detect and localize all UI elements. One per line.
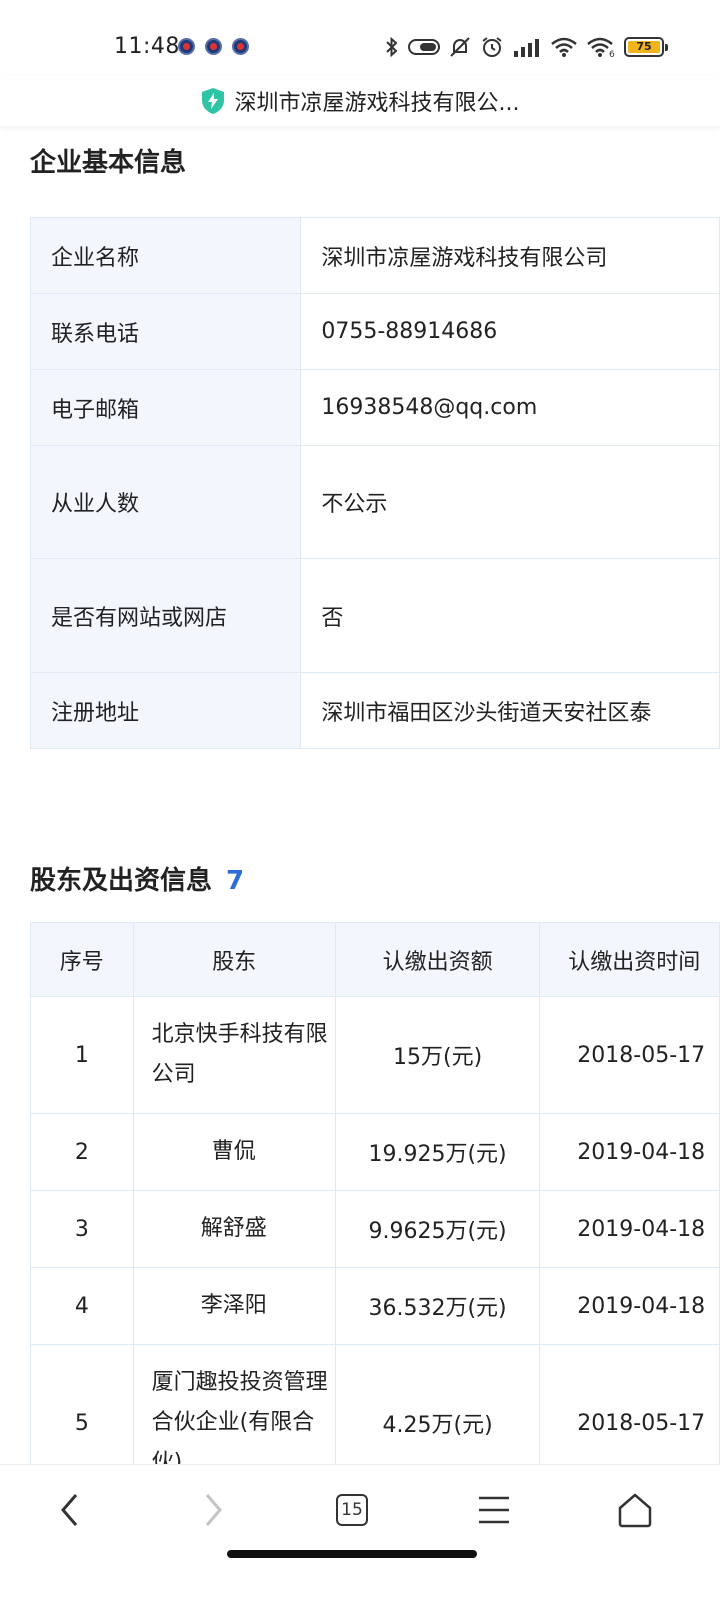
chevron-right-icon [205,1494,222,1526]
row-index: 5 [30,1344,134,1464]
tabs-button[interactable]: 15 [322,1485,382,1535]
notification-icon [232,38,249,55]
info-key: 是否有网站或网店 [29,558,302,673]
table-row[interactable]: 1 北京快手科技有限公司 15万(元) 2018-05-17 [30,996,720,1114]
page-title: 深圳市凉屋游戏科技有限公... [234,91,520,116]
forward-button[interactable] [183,1485,243,1535]
table-row: 是否有网站或网店 否 [29,558,720,673]
subscribed-amount: 4.25万(元) [334,1344,541,1464]
column-header: 股东 [132,922,336,997]
subscribed-date: 2019-04-18 [539,1190,720,1268]
info-key: 从业人数 [29,445,302,559]
info-key: 注册地址 [29,672,302,749]
subscribed-date: 2019-04-18 [539,1267,720,1345]
table-row: 联系电话 0755-88914686 [29,293,720,370]
shareholder-name[interactable]: 李泽阳 [132,1267,336,1345]
system-icons: 6 75 [384,34,668,60]
subscribed-date: 2018-05-17 [539,1344,720,1464]
notification-icons [178,38,249,55]
shareholders-table: 序号 股东 认缴出资额 认缴出资时间 1 北京快手科技有限公司 15万(元) 2… [30,922,720,1464]
info-value: 0755-88914686 [300,293,720,370]
chevron-left-icon [61,1494,78,1526]
mute-icon [450,37,470,57]
subscribed-date: 2019-04-18 [539,1113,720,1191]
table-header-row: 序号 股东 认缴出资额 认缴出资时间 [30,922,720,997]
info-value: 否 [300,558,720,673]
notification-icon [205,38,222,55]
menu-icon [479,1496,509,1524]
section-heading: 股东及出资信息 [30,866,213,896]
home-indicator[interactable] [227,1550,477,1558]
table-row: 从业人数 不公示 [29,445,720,559]
shareholder-name[interactable]: 厦门趣投投资管理合伙企业(有限合伙) [132,1344,336,1464]
section-heading: 企业基本信息 [30,148,187,178]
info-key: 电子邮箱 [29,369,302,446]
status-time: 11:48 [114,34,180,59]
notification-icon [178,38,195,55]
svg-text:6: 6 [609,50,615,58]
row-index: 2 [30,1113,134,1191]
wifi-icon: 6 [587,37,615,58]
toggle-icon [408,39,440,55]
back-button[interactable] [40,1485,100,1535]
row-index: 4 [30,1267,134,1345]
title-bar: 深圳市凉屋游戏科技有限公... [0,76,720,126]
section-title-shareholders: 股东及出资信息 7 [30,860,244,897]
wifi-icon [551,37,577,57]
info-value: 深圳市福田区沙头街道天安社区泰 [300,672,720,749]
table-row: 企业名称 深圳市凉屋游戏科技有限公司 [29,217,720,294]
table-row: 注册地址 深圳市福田区沙头街道天安社区泰 [29,672,720,749]
subscribed-amount: 19.925万(元) [334,1113,541,1191]
table-row[interactable]: 2 曹侃 19.925万(元) 2019-04-18 [30,1113,720,1191]
info-value: 不公示 [300,445,720,559]
shareholder-name[interactable]: 曹侃 [132,1113,336,1191]
section-title-basic-info: 企业基本信息 [30,142,186,179]
tab-count: 15 [336,1494,368,1526]
battery-icon: 75 [624,37,668,57]
home-button[interactable] [605,1485,665,1535]
shareholder-count[interactable]: 7 [226,866,244,896]
subscribed-amount: 9.9625万(元) [334,1190,541,1268]
column-header: 认缴出资时间 [539,922,720,997]
subscribed-amount: 15万(元) [334,996,541,1114]
column-header: 认缴出资额 [334,922,541,997]
subscribed-date: 2018-05-17 [539,996,720,1114]
page-content[interactable]: 企业基本信息 企业名称 深圳市凉屋游戏科技有限公司 联系电话 0755-8891… [0,126,720,1464]
subscribed-amount: 36.532万(元) [334,1267,541,1345]
row-index: 3 [30,1190,134,1268]
column-header: 序号 [30,922,134,997]
shareholder-name[interactable]: 解舒盛 [132,1190,336,1268]
basic-info-table: 企业名称 深圳市凉屋游戏科技有限公司 联系电话 0755-88914686 电子… [29,217,720,749]
row-index: 1 [30,996,134,1114]
signal-icon [514,39,539,57]
alarm-icon [482,37,502,57]
table-row[interactable]: 4 李泽阳 36.532万(元) 2019-04-18 [30,1267,720,1345]
battery-level: 75 [628,41,660,53]
shareholder-name[interactable]: 北京快手科技有限公司 [132,996,336,1114]
home-icon [618,1493,652,1528]
status-bar: 11:48 6 75 [0,0,720,80]
bottom-navigation: 15 [0,1464,720,1600]
menu-button[interactable] [464,1485,524,1535]
bluetooth-icon [386,36,398,58]
shield-lightning-icon [201,88,224,114]
info-value: 深圳市凉屋游戏科技有限公司 [300,217,720,294]
table-row: 电子邮箱 16938548@qq.com [29,369,720,446]
table-row[interactable]: 3 解舒盛 9.9625万(元) 2019-04-18 [30,1190,720,1268]
info-key: 联系电话 [29,293,302,370]
info-key: 企业名称 [29,217,302,294]
info-value: 16938548@qq.com [300,369,720,446]
table-row[interactable]: 5 厦门趣投投资管理合伙企业(有限合伙) 4.25万(元) 2018-05-17 [30,1344,720,1464]
